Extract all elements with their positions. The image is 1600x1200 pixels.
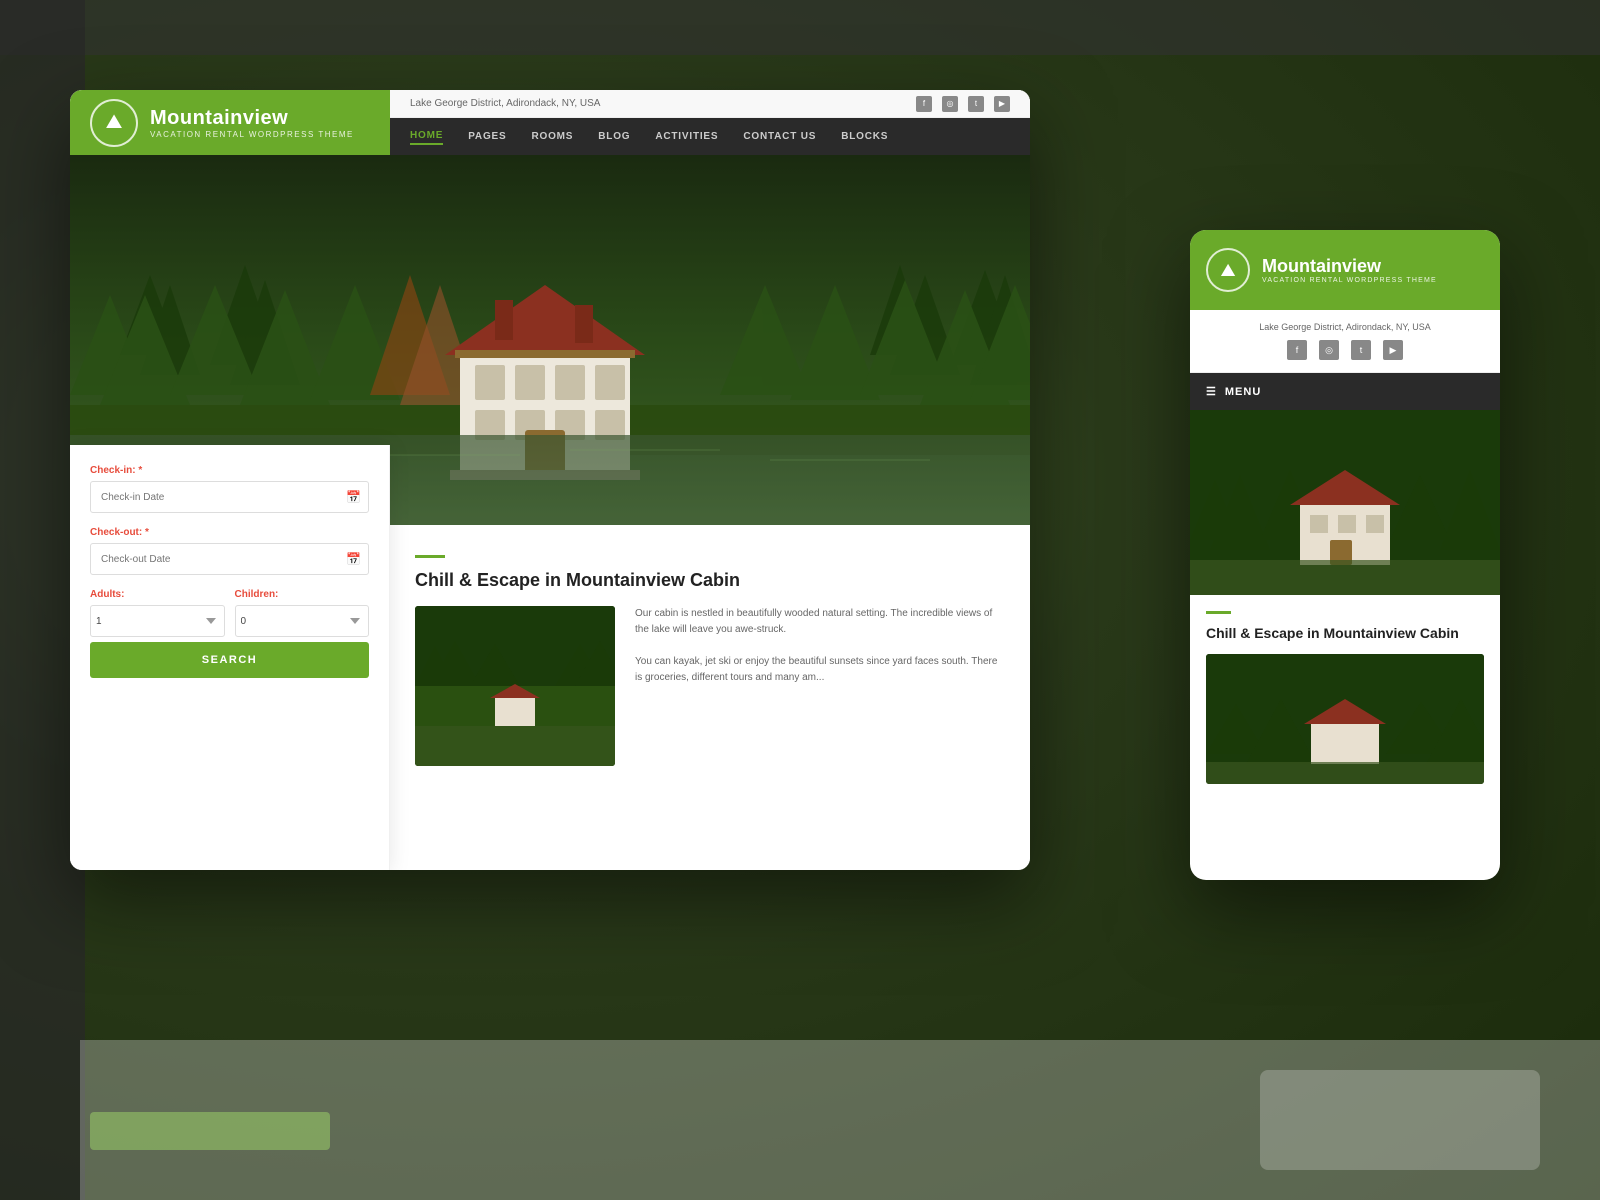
desktop-nav-menu: HOME PAGES ROOMS BLOG ACTIVITIES CONTACT… xyxy=(390,118,1030,155)
mobile-topbar: Lake George District, Adirondack, NY, US… xyxy=(1190,310,1500,373)
mobile-instagram-icon[interactable]: ◎ xyxy=(1319,340,1339,360)
logo-text-group: Mountainview VACATION RENTAL WORDPRESS T… xyxy=(150,107,354,139)
content-image xyxy=(415,606,615,766)
instagram-icon[interactable]: ◎ xyxy=(942,96,958,112)
children-label: Children: xyxy=(235,589,370,600)
adults-col: Adults: 1 2 3 4 xyxy=(90,589,225,637)
mobile-header: ⛰ Mountainview VACATION RENTAL WORDPRESS… xyxy=(1190,230,1500,310)
bg-topbar xyxy=(0,0,1600,55)
desktop-logo-area: ⛰ Mountainview VACATION RENTAL WORDPRESS… xyxy=(70,90,390,155)
mobile-brand-tagline: VACATION RENTAL WORDPRESS THEME xyxy=(1262,277,1437,284)
checkout-group: Check-out: * 📅 xyxy=(90,527,369,575)
mobile-nav-bar[interactable]: ☰ MENU xyxy=(1190,373,1500,410)
mobile-accent-bar xyxy=(1206,611,1231,614)
guests-row: Adults: 1 2 3 4 Children: 0 1 xyxy=(90,589,369,637)
nav-item-pages[interactable]: PAGES xyxy=(468,129,506,144)
desktop-mockup: ⛰ Mountainview VACATION RENTAL WORDPRESS… xyxy=(70,90,1030,870)
content-para-1: Our cabin is nestled in beautifully wood… xyxy=(635,606,1005,638)
content-area: Chill & Escape in Mountainview Cabin xyxy=(390,525,1030,870)
content-title: Chill & Escape in Mountainview Cabin xyxy=(415,570,1005,591)
nav-item-rooms[interactable]: ROOMS xyxy=(531,129,573,144)
booking-form: Check-in: * 📅 Check-out: * 📅 xyxy=(70,445,390,870)
logo-icon: ⛰ xyxy=(90,99,138,147)
checkin-label: Check-in: * xyxy=(90,465,369,476)
mobile-social: f ◎ t ▶ xyxy=(1206,340,1484,360)
nav-item-activities[interactable]: ACTIVITIES xyxy=(655,129,718,144)
children-select[interactable]: 0 1 2 3 xyxy=(235,605,370,637)
checkin-input-wrap: 📅 xyxy=(90,481,369,513)
checkin-group: Check-in: * 📅 xyxy=(90,465,369,513)
content-text: Our cabin is nestled in beautifully wood… xyxy=(635,606,1005,766)
calendar-icon: 📅 xyxy=(346,490,361,504)
mobile-content-image xyxy=(1206,654,1484,784)
checkout-input[interactable] xyxy=(90,543,369,575)
accent-bar xyxy=(415,555,445,558)
desktop-header: ⛰ Mountainview VACATION RENTAL WORDPRESS… xyxy=(70,90,1030,155)
checkout-input-wrap: 📅 xyxy=(90,543,369,575)
checkin-input[interactable] xyxy=(90,481,369,513)
brand-tagline: VACATION RENTAL WORDPRESS THEME xyxy=(150,130,354,139)
content-body: Our cabin is nestled in beautifully wood… xyxy=(415,606,1005,766)
nav-item-blocks[interactable]: BLOCKS xyxy=(841,129,888,144)
desktop-topbar: Lake George District, Adirondack, NY, US… xyxy=(390,90,1030,118)
adults-select[interactable]: 1 2 3 4 xyxy=(90,605,225,637)
desktop-nav-area: Lake George District, Adirondack, NY, US… xyxy=(390,90,1030,155)
content-para-2: You can kayak, jet ski or enjoy the beau… xyxy=(635,654,1005,686)
children-col: Children: 0 1 2 3 xyxy=(235,589,370,637)
checkout-label: Check-out: * xyxy=(90,527,369,538)
location-text: Lake George District, Adirondack, NY, US… xyxy=(410,98,600,109)
calendar-icon-2: 📅 xyxy=(346,552,361,566)
social-links: f ◎ t ▶ xyxy=(916,96,1010,112)
search-button[interactable]: SEARCH xyxy=(90,642,369,678)
nav-item-home[interactable]: HOME xyxy=(410,128,443,145)
mobile-content-title: Chill & Escape in Mountainview Cabin xyxy=(1206,624,1484,642)
nav-item-contact[interactable]: CONTACT US xyxy=(743,129,816,144)
adults-label: Adults: xyxy=(90,589,225,600)
brand-name: Mountainview xyxy=(150,107,354,130)
nav-item-blog[interactable]: BLOG xyxy=(598,129,630,144)
menu-label: MENU xyxy=(1225,386,1261,398)
facebook-icon[interactable]: f xyxy=(916,96,932,112)
mobile-location: Lake George District, Adirondack, NY, US… xyxy=(1206,322,1484,332)
mobile-logo-text: Mountainview VACATION RENTAL WORDPRESS T… xyxy=(1262,256,1437,284)
mobile-mockup: ⛰ Mountainview VACATION RENTAL WORDPRESS… xyxy=(1190,230,1500,880)
mobile-twitter-icon[interactable]: t xyxy=(1351,340,1371,360)
mobile-content: Chill & Escape in Mountainview Cabin xyxy=(1190,595,1500,800)
mobile-youtube-icon[interactable]: ▶ xyxy=(1383,340,1403,360)
desktop-content-section: Check-in: * 📅 Check-out: * 📅 xyxy=(70,525,1030,870)
mobile-hero xyxy=(1190,410,1500,595)
mobile-brand-name: Mountainview xyxy=(1262,256,1437,277)
hamburger-icon: ☰ xyxy=(1206,385,1217,398)
bg-mobile-bottom xyxy=(1260,1070,1540,1170)
mobile-logo-icon: ⛰ xyxy=(1206,248,1250,292)
twitter-icon[interactable]: t xyxy=(968,96,984,112)
mobile-facebook-icon[interactable]: f xyxy=(1287,340,1307,360)
youtube-icon[interactable]: ▶ xyxy=(994,96,1010,112)
